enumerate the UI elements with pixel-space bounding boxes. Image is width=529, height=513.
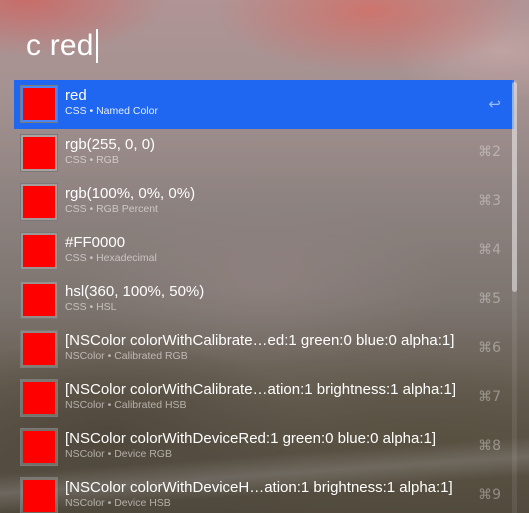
result-subtitle: NSColor • Device RGB (65, 448, 172, 460)
result-row[interactable]: hsl(360, 100%, 50%) CSS • HSL ⌘5 (14, 276, 514, 325)
result-subtitle: CSS • RGB Percent (65, 203, 158, 215)
result-title: rgb(255, 0, 0) (65, 136, 156, 153)
result-title: [NSColor colorWithDeviceRed:1 green:0 bl… (65, 430, 437, 447)
result-shortcut: ⌘2 (478, 144, 501, 160)
color-swatch (20, 232, 58, 270)
result-shortcut: ⌘5 (478, 291, 501, 307)
result-shortcut: ⌘9 (478, 487, 501, 503)
text-caret (95, 29, 98, 63)
result-title: #FF0000 (65, 234, 126, 251)
result-title: [NSColor colorWithDeviceH…ation:1 bright… (65, 479, 453, 496)
result-subtitle: CSS • HSL (65, 301, 117, 313)
return-key-icon: ↩ (488, 95, 501, 113)
result-subtitle: NSColor • Calibrated RGB (65, 350, 188, 362)
result-shortcut: ⌘7 (478, 389, 501, 405)
result-subtitle: NSColor • Calibrated HSB (65, 399, 187, 411)
color-swatch (20, 477, 58, 513)
result-shortcut: ⌘6 (478, 340, 501, 356)
result-title: hsl(360, 100%, 50%) (65, 283, 205, 300)
result-row[interactable]: [NSColor colorWithDeviceRed:1 green:0 bl… (14, 423, 514, 472)
result-title: rgb(100%, 0%, 0%) (65, 185, 196, 202)
search-field[interactable]: c red (26, 24, 98, 68)
results-list: red CSS • Named Color ↩ rgb(255, 0, 0) C… (14, 80, 514, 513)
color-swatch (20, 379, 58, 417)
result-row[interactable]: rgb(255, 0, 0) CSS • RGB ⌘2 (14, 129, 514, 178)
search-input[interactable]: c red (26, 29, 94, 63)
result-title: [NSColor colorWithCalibrate…ed:1 green:0… (65, 332, 455, 349)
result-title: [NSColor colorWithCalibrate…ation:1 brig… (65, 381, 457, 398)
result-row[interactable]: [NSColor colorWithDeviceH…ation:1 bright… (14, 472, 514, 513)
result-row[interactable]: #FF0000 CSS • Hexadecimal ⌘4 (14, 227, 514, 276)
result-subtitle: CSS • Hexadecimal (65, 252, 157, 264)
result-row[interactable]: rgb(100%, 0%, 0%) CSS • RGB Percent ⌘3 (14, 178, 514, 227)
result-shortcut: ⌘8 (478, 438, 501, 454)
color-swatch (20, 85, 58, 123)
result-row[interactable]: red CSS • Named Color ↩ (14, 80, 514, 129)
result-subtitle: CSS • RGB (65, 154, 119, 166)
scrollbar[interactable] (512, 80, 517, 513)
result-row[interactable]: [NSColor colorWithCalibrate…ation:1 brig… (14, 374, 514, 423)
result-subtitle: CSS • Named Color (65, 105, 158, 117)
color-swatch (20, 183, 58, 221)
result-subtitle: NSColor • Device HSB (65, 497, 171, 509)
color-swatch (20, 330, 58, 368)
color-swatch (20, 134, 58, 172)
result-row[interactable]: [NSColor colorWithCalibrate…ed:1 green:0… (14, 325, 514, 374)
result-shortcut: ⌘4 (478, 242, 501, 258)
color-swatch (20, 281, 58, 319)
result-title: red (65, 87, 87, 104)
color-swatch (20, 428, 58, 466)
scrollbar-thumb[interactable] (512, 82, 517, 292)
result-shortcut: ⌘3 (478, 193, 501, 209)
